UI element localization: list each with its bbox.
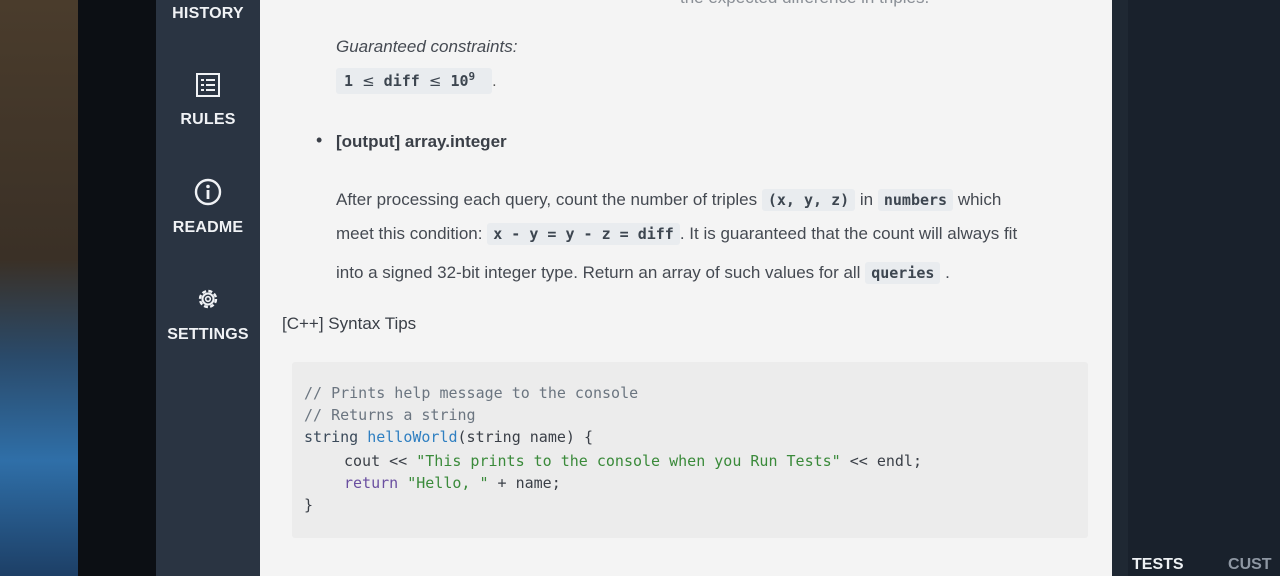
code-type: string [304, 428, 368, 446]
sidebar-item-label: HISTORY [172, 5, 244, 22]
desc-text: which [957, 190, 1002, 209]
output-description-line: After processing each query, count the n… [336, 189, 1002, 211]
desk-background [0, 0, 78, 576]
output-type-heading: [output] array.integer [336, 132, 507, 151]
tab-custom[interactable]: CUST [1228, 556, 1272, 573]
problem-description-panel: the expected difference in triples. Guar… [260, 0, 1112, 576]
code-line: cout << "This prints to the console when… [344, 452, 922, 470]
right-panel [1128, 0, 1280, 576]
sidebar-item-settings[interactable]: SETTINGS [156, 285, 260, 344]
code-comment: // Returns a string [304, 406, 476, 424]
constraint-base: 10 [450, 72, 469, 90]
desc-text: . [945, 263, 950, 282]
gear-icon [156, 285, 260, 318]
sidebar-item-label: RULES [180, 111, 236, 128]
desc-text: meet this condition: [336, 224, 483, 243]
syntax-tips-title: [C++] Syntax Tips [282, 314, 417, 333]
desc-text: into a signed 32-bit integer type. Retur… [336, 263, 861, 282]
code-text: cout << [344, 452, 417, 470]
code-comment: // Prints help message to the console [304, 384, 639, 402]
constraint-period: . [492, 73, 497, 90]
bottom-tab-bar: TESTS CUST [1132, 556, 1272, 574]
sidebar-item-label: SETTINGS [167, 326, 249, 343]
code-text: << endl; [840, 452, 922, 470]
sidebar-item-history[interactable]: HISTORY [156, 5, 260, 23]
output-description-line: meet this condition: x - y = y - z = dif… [336, 223, 1018, 245]
code-function-name: helloWorld [367, 428, 458, 446]
inline-code: numbers [877, 189, 954, 211]
constraint-expression: 1 ≤ diff ≤ 109 . [336, 68, 497, 94]
desc-text: . It is guaranteed that the count will a… [679, 224, 1018, 243]
code-example: // Prints help message to the console //… [292, 362, 1088, 538]
monitor-bezel [78, 0, 156, 576]
sidebar-item-rules[interactable]: RULES [156, 72, 260, 129]
rules-list-icon [156, 72, 260, 103]
sidebar-item-label: README [172, 219, 244, 236]
info-icon [156, 178, 260, 211]
constraint-lhs: 1 [344, 72, 354, 90]
constraint-le: ≤ [362, 72, 375, 90]
desc-text: in [859, 190, 874, 209]
output-description-line: into a signed 32-bit integer type. Retur… [336, 262, 950, 284]
constraint-var: diff [383, 72, 420, 90]
cut-off-text: the expected difference in triples. [680, 0, 929, 8]
code-string: "Hello, " [407, 474, 489, 492]
inline-code: queries [865, 262, 941, 284]
tab-tests[interactable]: TESTS [1132, 556, 1184, 573]
code-closing-brace: } [304, 496, 314, 514]
constraint-le: ≤ [428, 72, 442, 90]
code-text: + name; [488, 474, 561, 492]
code-keyword: return [344, 474, 408, 492]
code-line: return "Hello, " + name; [344, 474, 561, 492]
desc-text: After processing each query, count the n… [336, 190, 758, 209]
output-bullet: • [316, 130, 323, 150]
inline-code: x - y = y - z = diff [487, 223, 680, 245]
panel-divider[interactable] [1112, 0, 1128, 576]
code-params: (string name) { [457, 428, 593, 446]
sidebar-item-readme[interactable]: README [156, 178, 260, 237]
inline-code: (x, y, z) [761, 189, 856, 211]
code-line: string helloWorld(string name) { [304, 428, 593, 446]
sidebar: HISTORY RULES README SETTINGS [156, 0, 260, 576]
code-string: "This prints to the console when you Run… [416, 452, 841, 470]
constraints-heading: Guaranteed constraints: [336, 37, 518, 56]
constraint-exponent: 9 [468, 70, 476, 83]
